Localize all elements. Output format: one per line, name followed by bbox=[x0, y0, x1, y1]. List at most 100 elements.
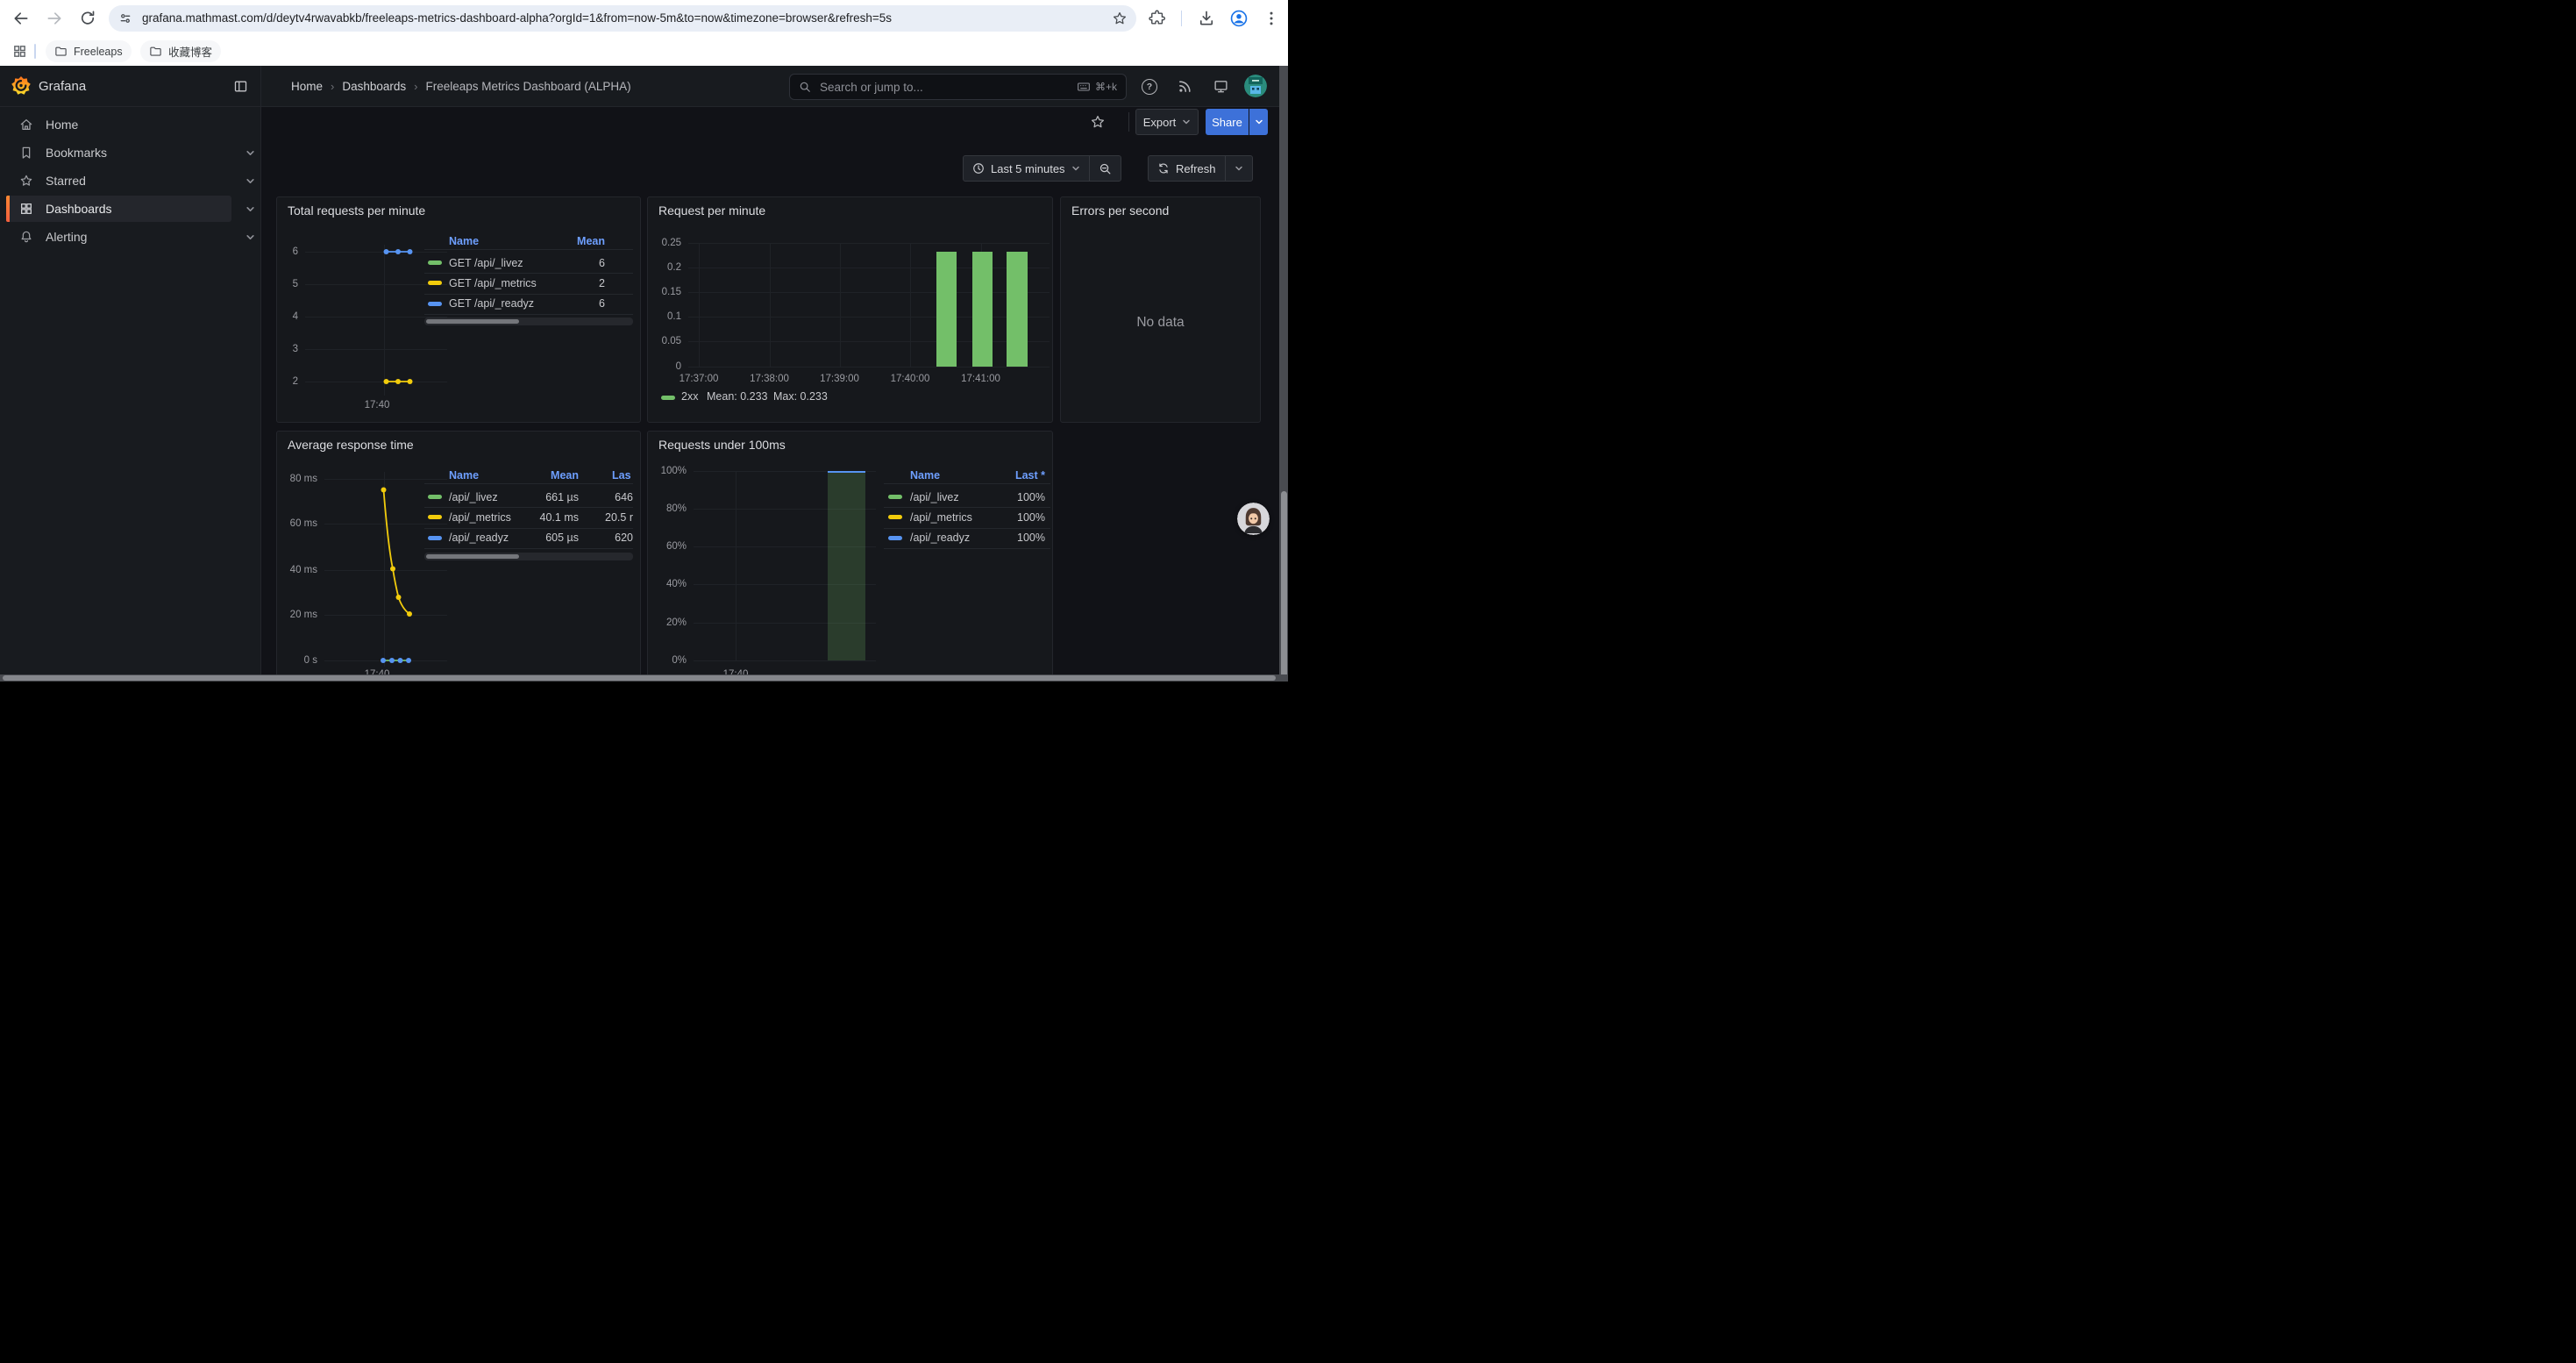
series-color-pill[interactable] bbox=[888, 536, 902, 540]
site-settings-icon[interactable] bbox=[118, 11, 132, 25]
breadcrumb-dashboards[interactable]: Dashboards bbox=[342, 80, 406, 93]
apps-grid-icon[interactable] bbox=[12, 44, 27, 59]
legend-header-mean[interactable]: Mean bbox=[531, 235, 605, 247]
panel-title[interactable]: Requests under 100ms bbox=[658, 438, 786, 452]
legend-scrollbar-thumb[interactable] bbox=[426, 319, 519, 324]
legend-divider bbox=[424, 314, 633, 315]
sidebar-collapse-icon[interactable] bbox=[233, 79, 248, 94]
floating-assistant-avatar[interactable] bbox=[1237, 503, 1270, 535]
panel-title[interactable]: Average response time bbox=[288, 438, 414, 452]
legend-row-last: 100% bbox=[990, 491, 1045, 503]
legend-row-name[interactable]: /api/_readyz bbox=[910, 532, 970, 544]
panel-title[interactable]: Total requests per minute bbox=[288, 203, 425, 218]
news-rss-icon[interactable] bbox=[1178, 79, 1192, 94]
legend-row-name[interactable]: /api/_livez bbox=[910, 491, 959, 503]
menu-icon[interactable] bbox=[1263, 10, 1280, 27]
sidebar-item-home[interactable]: Home bbox=[0, 111, 261, 138]
sidebar-item-starred[interactable]: Starred bbox=[0, 168, 261, 194]
bar-2xx[interactable] bbox=[1007, 252, 1028, 368]
sidebar-item-bookmarks[interactable]: Bookmarks bbox=[0, 139, 261, 166]
legend-max: Max: 0.233 bbox=[773, 390, 828, 403]
legend-row-name[interactable]: /api/_metrics bbox=[910, 511, 972, 524]
url-bar[interactable]: grafana.mathmast.com/d/deytv4rwavabkb/fr… bbox=[109, 5, 1136, 32]
gridline-h bbox=[305, 284, 447, 285]
bookmark-folder-freeleaps[interactable]: Freeleaps bbox=[46, 40, 132, 62]
gridline-v bbox=[736, 471, 737, 660]
refresh-interval-button[interactable] bbox=[1225, 156, 1252, 181]
time-range-picker[interactable]: Last 5 minutes bbox=[964, 156, 1089, 181]
bookmarks-bar: Freeleaps 收藏博客 bbox=[0, 37, 1288, 66]
sidebar-item-dashboards[interactable]: Dashboards bbox=[0, 196, 261, 222]
reload-icon[interactable] bbox=[79, 10, 96, 27]
refresh-button[interactable]: Refresh bbox=[1149, 156, 1225, 181]
bar-2xx[interactable] bbox=[972, 252, 993, 368]
sidebar-item-alerting[interactable]: Alerting bbox=[0, 224, 261, 250]
monitor-icon[interactable] bbox=[1213, 79, 1228, 94]
bookmark-folder-blogs[interactable]: 收藏博客 bbox=[140, 40, 221, 62]
legend-row-name[interactable]: /api/_livez bbox=[449, 491, 498, 503]
legend-header-name[interactable]: Name bbox=[910, 469, 940, 482]
bar-2xx[interactable] bbox=[936, 252, 957, 368]
help-icon[interactable]: ? bbox=[1142, 79, 1157, 95]
legend-header-mean[interactable]: Mean bbox=[496, 469, 579, 482]
share-caret-button[interactable] bbox=[1249, 109, 1268, 135]
vertical-scrollbar-thumb[interactable] bbox=[1281, 491, 1287, 682]
share-button[interactable]: Share bbox=[1206, 109, 1249, 135]
breadcrumb-home[interactable]: Home bbox=[291, 80, 323, 93]
legend-scrollbar-thumb[interactable] bbox=[426, 554, 519, 559]
chevron-down-icon bbox=[1182, 118, 1191, 126]
y-tick: 0% bbox=[648, 655, 687, 666]
legend-series-name[interactable]: 2xx bbox=[681, 390, 698, 403]
legend-row-name[interactable]: GET /api/_metrics bbox=[449, 277, 537, 289]
panel-title[interactable]: Request per minute bbox=[658, 203, 765, 218]
chevron-down-icon bbox=[1255, 118, 1263, 126]
legend-header-name[interactable]: Name bbox=[449, 235, 479, 247]
grafana-logo[interactable] bbox=[11, 75, 32, 96]
export-button[interactable]: Export bbox=[1135, 109, 1199, 135]
legend-header-last[interactable]: Las bbox=[612, 469, 631, 482]
bookmark-label: 收藏博客 bbox=[168, 43, 212, 60]
profile-icon[interactable] bbox=[1229, 9, 1249, 28]
bookmark-star-icon[interactable] bbox=[1112, 11, 1128, 26]
user-avatar[interactable] bbox=[1244, 75, 1267, 97]
forward-icon[interactable] bbox=[46, 10, 63, 27]
y-tick: 80 ms bbox=[277, 474, 317, 484]
chevron-down-icon[interactable] bbox=[246, 204, 255, 214]
series-color-pill[interactable] bbox=[428, 281, 442, 285]
legend-row-name[interactable]: GET /api/_livez bbox=[449, 257, 523, 269]
favorite-star-icon[interactable] bbox=[1090, 114, 1106, 130]
legend-header-name[interactable]: Name bbox=[449, 469, 479, 482]
extensions-icon[interactable] bbox=[1149, 10, 1166, 27]
series-color-pill[interactable] bbox=[428, 515, 442, 519]
sidebar-item-label: Alerting bbox=[46, 224, 87, 250]
horizontal-scrollbar-thumb[interactable] bbox=[3, 675, 1276, 681]
area-fill-100pct[interactable] bbox=[828, 471, 865, 660]
gridline-h bbox=[688, 341, 1050, 342]
panel-title[interactable]: Errors per second bbox=[1071, 203, 1169, 218]
search-input[interactable] bbox=[818, 80, 1070, 95]
legend-header-last[interactable]: Last * bbox=[990, 469, 1045, 482]
chevron-down-icon[interactable] bbox=[246, 232, 255, 242]
legend-divider bbox=[424, 294, 633, 295]
legend-mean: Mean: 0.233 bbox=[707, 390, 768, 403]
chevron-down-icon[interactable] bbox=[246, 176, 255, 186]
series-color-pill[interactable] bbox=[888, 495, 902, 499]
back-icon[interactable] bbox=[12, 10, 30, 27]
series-color-pill[interactable] bbox=[888, 515, 902, 519]
y-tick: 0.1 bbox=[648, 311, 681, 322]
x-tick: 17:38:00 bbox=[750, 374, 789, 384]
url-text[interactable]: grafana.mathmast.com/d/deytv4rwavabkb/fr… bbox=[142, 5, 1098, 32]
chevron-down-icon[interactable] bbox=[246, 148, 255, 158]
zoom-out-button[interactable] bbox=[1089, 156, 1121, 181]
series-color-pill[interactable] bbox=[428, 260, 442, 265]
series-color-pill[interactable] bbox=[428, 536, 442, 540]
series-color-pill[interactable] bbox=[428, 495, 442, 499]
legend-row-name[interactable]: GET /api/_readyz bbox=[449, 297, 534, 310]
search-icon bbox=[799, 81, 811, 93]
y-tick: 20% bbox=[648, 617, 687, 628]
series-color-pill[interactable] bbox=[661, 396, 675, 400]
downloads-icon[interactable] bbox=[1198, 10, 1215, 27]
series-color-pill[interactable] bbox=[428, 302, 442, 306]
y-tick: 3 bbox=[277, 344, 298, 354]
search-box[interactable]: ⌘+k bbox=[789, 74, 1127, 100]
